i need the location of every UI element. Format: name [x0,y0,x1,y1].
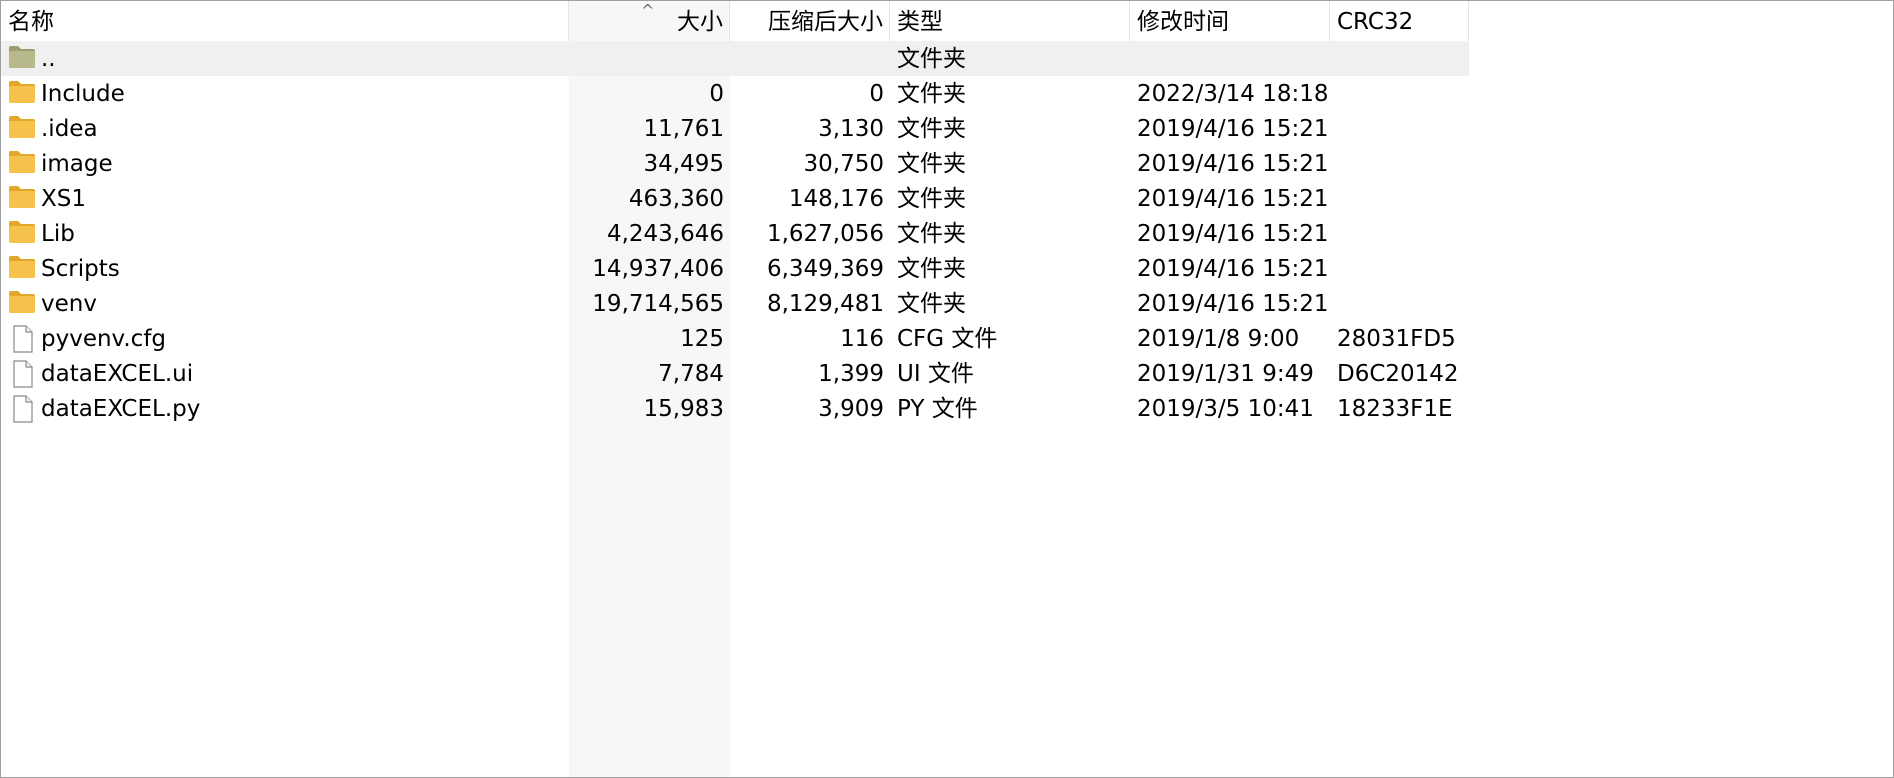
file-packed-size: 3,909 [818,396,884,422]
file-size: 11,761 [643,116,724,142]
file-packed-size: 3,130 [818,116,884,142]
file-size: 125 [680,326,724,352]
file-size: 4,243,646 [606,221,724,247]
file-packed-size: 30,750 [803,151,884,177]
file-packed-size: 148,176 [788,186,884,212]
column-header-bar: 名称 大小 压缩后大小 类型 修改时间 CRC32 ^ [1,1,1469,41]
file-row[interactable]: .idea 11,761 3,130 文件夹 2019/4/16 15:21 [1,111,1469,146]
file-row[interactable]: dataEXCEL.py 15,983 3,909 PY 文件 2019/3/5 10:… [1,391,1469,426]
file-type: 文件夹 [897,116,966,142]
file-type: 文件夹 [897,46,966,72]
file-type: 文件夹 [897,186,966,212]
file-name: image [41,151,113,177]
file-crc32: 18233F1E [1337,396,1453,422]
file-packed-size [730,41,890,76]
file-modified: 2022/3/14 18:18 [1137,81,1329,107]
file-size: 14,937,406 [592,256,724,282]
file-list-view: 名称 大小 压缩后大小 类型 修改时间 CRC32 ^ .. 文件夹 Include… [0,0,1894,778]
file-modified: 2019/4/16 15:21 [1137,256,1329,282]
file-crc32 [1330,216,1469,251]
file-row[interactable]: Lib 4,243,646 1,627,056 文件夹 2019/4/16 15:21 [1,216,1469,251]
folder-icon [8,150,36,176]
folder-icon [8,185,36,211]
file-icon [8,395,36,423]
file-name: .. [41,46,56,72]
file-icon [8,360,36,388]
file-crc32 [1330,146,1469,181]
file-size: 0 [709,81,724,107]
file-row[interactable]: venv 19,714,565 8,129,481 文件夹 2019/4/16 15:2… [1,286,1469,321]
file-packed-size: 8,129,481 [766,291,884,317]
file-type: 文件夹 [897,221,966,247]
file-name: Scripts [41,256,120,282]
file-row[interactable]: pyvenv.cfg 125 116 CFG 文件 2019/1/8 9:00 28031… [1,321,1469,356]
file-modified: 2019/4/16 15:21 [1137,186,1329,212]
parent-folder-icon [8,45,36,71]
file-name: Lib [41,221,75,247]
file-icon [8,325,36,353]
file-row[interactable]: image 34,495 30,750 文件夹 2019/4/16 15:21 [1,146,1469,181]
file-packed-size: 1,399 [818,361,884,387]
file-size: 463,360 [628,186,724,212]
file-crc32: 28031FD5 [1337,326,1456,352]
file-modified: 2019/4/16 15:21 [1137,151,1329,177]
file-row[interactable]: Include 0 0 文件夹 2022/3/14 18:18 [1,76,1469,111]
file-name: dataEXCEL.ui [41,361,194,387]
column-header-packed-size[interactable]: 压缩后大小 [730,1,890,41]
file-crc32 [1330,181,1469,216]
file-type: 文件夹 [897,151,966,177]
parent-directory-row[interactable]: .. 文件夹 [1,41,1469,76]
file-crc32 [1330,111,1469,146]
file-name: dataEXCEL.py [41,396,201,422]
folder-icon [8,255,36,281]
file-modified: 2019/4/16 15:21 [1137,221,1329,247]
file-modified: 2019/1/8 9:00 [1137,326,1300,352]
file-crc32 [1330,251,1469,286]
file-modified: 2019/1/31 9:49 [1137,361,1314,387]
file-type: 文件夹 [897,291,966,317]
folder-icon [8,220,36,246]
file-modified: 2019/3/5 10:41 [1137,396,1314,422]
folder-icon [8,290,36,316]
file-type: UI 文件 [897,361,974,387]
sort-ascending-icon: ^ [641,1,655,20]
file-modified: 2019/4/16 15:21 [1137,291,1329,317]
file-type: PY 文件 [897,396,978,422]
file-crc32: D6C20142 [1337,361,1459,387]
file-type: CFG 文件 [897,326,998,352]
column-header-name[interactable]: 名称 [1,1,569,41]
file-modified [1130,41,1330,76]
file-row[interactable]: XS1 463,360 148,176 文件夹 2019/4/16 15:21 [1,181,1469,216]
column-header-crc32[interactable]: CRC32 [1330,1,1469,41]
file-packed-size: 1,627,056 [766,221,884,247]
folder-icon [8,80,36,106]
file-crc32 [1330,41,1469,76]
column-header-modified[interactable]: 修改时间 [1130,1,1330,41]
file-packed-size: 116 [840,326,884,352]
folder-icon [8,115,36,141]
file-size: 34,495 [643,151,724,177]
file-packed-size: 0 [869,81,884,107]
file-row[interactable]: Scripts 14,937,406 6,349,369 文件夹 2019/4/16 1… [1,251,1469,286]
file-size: 19,714,565 [592,291,724,317]
file-modified: 2019/4/16 15:21 [1137,116,1329,142]
file-name: Include [41,81,125,107]
file-crc32 [1330,286,1469,321]
file-type: 文件夹 [897,256,966,282]
file-rows: .. 文件夹 Include 0 0 文件夹 2022/3/14 18:18 .idea 11,… [1,41,1469,426]
file-type: 文件夹 [897,81,966,107]
file-crc32 [1330,76,1469,111]
file-name: .idea [41,116,98,142]
file-size: 7,784 [658,361,724,387]
file-size [569,41,730,76]
file-name: pyvenv.cfg [41,326,167,352]
file-size: 15,983 [643,396,724,422]
file-name: XS1 [41,186,86,212]
file-name: venv [41,291,97,317]
file-row[interactable]: dataEXCEL.ui 7,784 1,399 UI 文件 2019/1/31 9:4… [1,356,1469,391]
file-packed-size: 6,349,369 [766,256,884,282]
column-header-type[interactable]: 类型 [890,1,1130,41]
